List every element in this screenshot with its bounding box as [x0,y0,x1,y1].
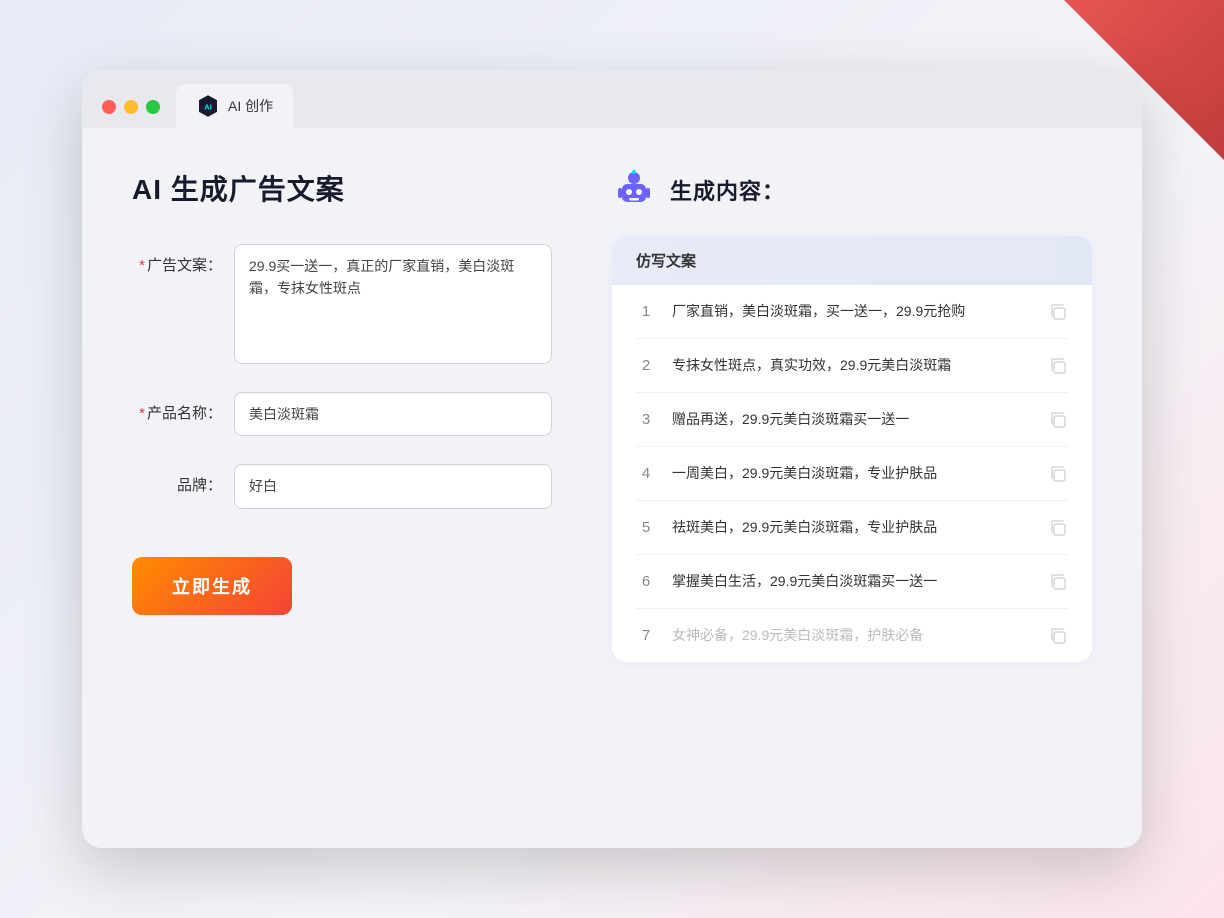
result-num: 6 [636,573,656,590]
result-title: 生成内容： [670,174,785,206]
required-star-1: * [139,257,145,274]
result-num: 7 [636,627,656,644]
result-text: 赠品再送，29.9元美白淡斑霜买一送一 [672,409,1032,430]
svg-text:AI: AI [204,102,212,111]
result-text: 掌握美白生活，29.9元美白淡斑霜买一送一 [672,571,1032,592]
product-name-group: *产品名称： [132,392,552,436]
page-title: AI 生成广告文案 [132,168,552,208]
browser-titlebar: AI AI 创作 [82,70,1142,128]
window-controls [102,100,160,128]
result-num: 2 [636,357,656,374]
result-num: 5 [636,519,656,536]
brand-label: 品牌： [132,464,222,495]
result-item: 3 赠品再送，29.9元美白淡斑霜买一送一 [636,393,1068,447]
result-num: 4 [636,465,656,482]
copy-icon[interactable] [1048,356,1068,376]
result-list: 1 厂家直销，美白淡斑霜，买一送一，29.9元抢购 2 专抹女性斑点，真实功效，… [612,285,1092,662]
result-text: 祛斑美白，29.9元美白淡斑霜，专业护肤品 [672,517,1032,538]
result-item: 2 专抹女性斑点，真实功效，29.9元美白淡斑霜 [636,339,1068,393]
close-button[interactable] [102,100,116,114]
copy-icon[interactable] [1048,410,1068,430]
copy-icon[interactable] [1048,518,1068,538]
browser-window: AI AI 创作 AI 生成广告文案 *广告文案： *产品名称： [82,70,1142,848]
result-item: 6 掌握美白生活，29.9元美白淡斑霜买一送一 [636,555,1068,609]
ad-copy-group: *广告文案： [132,244,552,364]
result-text: 一周美白，29.9元美白淡斑霜，专业护肤品 [672,463,1032,484]
copy-icon[interactable] [1048,302,1068,322]
product-name-input[interactable] [234,392,552,436]
result-header: 生成内容： [612,168,1092,212]
result-card: 仿写文案 1 厂家直销，美白淡斑霜，买一送一，29.9元抢购 2 专抹女性斑点，… [612,236,1092,662]
copy-icon[interactable] [1048,626,1068,646]
required-star-2: * [139,405,145,422]
robot-icon [612,168,656,212]
result-card-header-text: 仿写文案 [636,253,696,270]
maximize-button[interactable] [146,100,160,114]
right-panel: 生成内容： 仿写文案 1 厂家直销，美白淡斑霜，买一送一，29.9元抢购 2 专… [612,168,1092,798]
result-text: 女神必备，29.9元美白淡斑霜，护肤必备 [672,625,1032,646]
result-item: 7 女神必备，29.9元美白淡斑霜，护肤必备 [636,609,1068,662]
copy-icon[interactable] [1048,572,1068,592]
result-num: 3 [636,411,656,428]
left-panel: AI 生成广告文案 *广告文案： *产品名称： 品牌： 立即生成 [132,168,552,798]
result-num: 1 [636,303,656,320]
brand-group: 品牌： [132,464,552,508]
result-item: 4 一周美白，29.9元美白淡斑霜，专业护肤品 [636,447,1068,501]
product-name-label: *产品名称： [132,392,222,423]
minimize-button[interactable] [124,100,138,114]
ai-tab-icon: AI [196,94,220,118]
ad-copy-input[interactable] [234,244,552,364]
brand-input[interactable] [234,464,552,508]
browser-tab[interactable]: AI AI 创作 [176,84,293,128]
tab-label: AI 创作 [228,96,273,116]
browser-content: AI 生成广告文案 *广告文案： *产品名称： 品牌： 立即生成 [82,128,1142,848]
result-text: 厂家直销，美白淡斑霜，买一送一，29.9元抢购 [672,301,1032,322]
result-card-header: 仿写文案 [612,236,1092,285]
generate-button[interactable]: 立即生成 [132,557,292,615]
copy-icon[interactable] [1048,464,1068,484]
result-text: 专抹女性斑点，真实功效，29.9元美白淡斑霜 [672,355,1032,376]
ad-copy-label: *广告文案： [132,244,222,275]
result-item: 5 祛斑美白，29.9元美白淡斑霜，专业护肤品 [636,501,1068,555]
result-item: 1 厂家直销，美白淡斑霜，买一送一，29.9元抢购 [636,285,1068,339]
